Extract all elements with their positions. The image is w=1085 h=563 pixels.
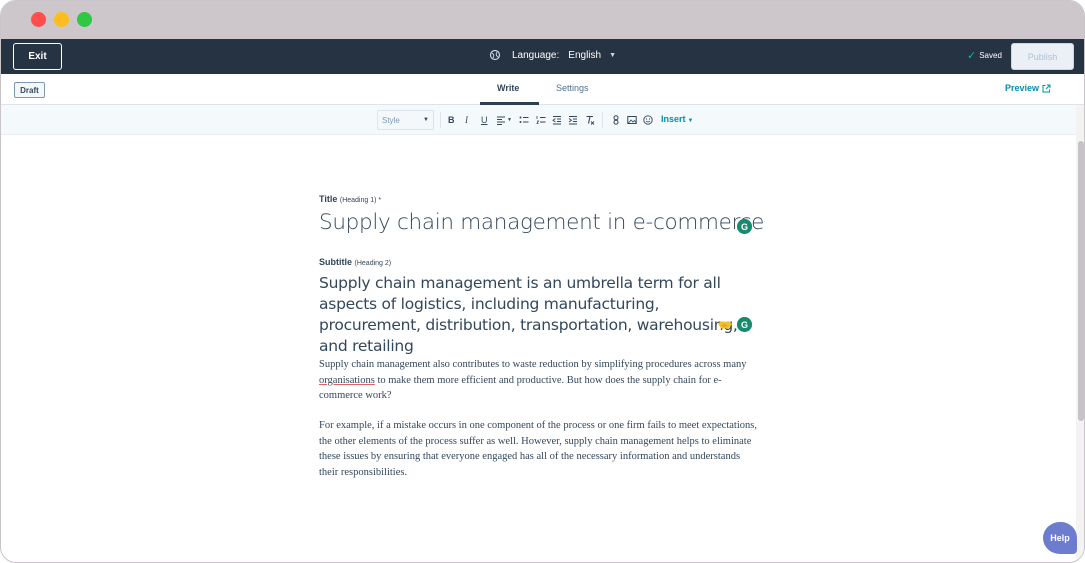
toolbar-divider: [440, 112, 441, 128]
preview-label: Preview: [1005, 83, 1040, 93]
publish-button[interactable]: Publish: [1011, 43, 1074, 70]
subtitle-label: Subtitle: [319, 257, 352, 267]
indent-icon: [568, 116, 577, 125]
smiley-icon: [643, 115, 653, 125]
tab-settings[interactable]: Settings: [556, 83, 589, 93]
external-link-icon: [1042, 84, 1051, 92]
bulleted-list-button[interactable]: [519, 114, 529, 126]
spelling-flagged-word[interactable]: organisations: [319, 375, 375, 386]
preview-link[interactable]: Preview: [1005, 83, 1051, 93]
numbered-list-icon: [536, 116, 546, 124]
insert-image-button[interactable]: [627, 114, 637, 126]
globe-icon: [489, 49, 501, 61]
minimize-window-button[interactable]: [54, 12, 69, 27]
check-icon: ✓: [967, 49, 977, 62]
window-titlebar: [1, 1, 1084, 39]
draft-status-badge: Draft: [14, 82, 45, 98]
handshake-emoji-icon: [718, 321, 732, 329]
clear-formatting-icon: [586, 115, 595, 125]
bulleted-list-icon: [519, 116, 529, 123]
body-paragraph-1[interactable]: Supply chain management also contributes…: [319, 357, 759, 404]
rich-text-toolbar: Style ▼ B I U ▼ Insert ▼: [1, 105, 1076, 135]
title-hint: (Heading 1) *: [339, 197, 382, 204]
editor-top-bar: Exit Language: English ▼ ✓ Saved Publish: [1, 39, 1084, 74]
bold-button[interactable]: B: [448, 114, 455, 126]
chevron-down-icon: ▼: [609, 51, 617, 59]
link-icon: [613, 115, 619, 125]
insert-link-button[interactable]: [611, 114, 621, 126]
help-button[interactable]: Help: [1043, 522, 1077, 554]
toolbar-divider: [602, 112, 603, 128]
post-subtitle-input[interactable]: Supply chain management is an umbrella t…: [319, 273, 759, 357]
saved-label: Saved: [979, 51, 1002, 60]
maximize-window-button[interactable]: [77, 12, 92, 27]
subtitle-hint: (Heading 2): [354, 260, 392, 267]
language-selector[interactable]: Language: English ▼: [489, 49, 616, 61]
paragraph-text: Supply chain management also contributes…: [319, 359, 747, 370]
style-dropdown[interactable]: Style ▼: [377, 110, 434, 130]
insert-emoji-button[interactable]: [643, 114, 653, 126]
chevron-down-icon: ▼: [507, 117, 512, 123]
align-dropdown-button[interactable]: ▼: [496, 114, 512, 126]
title-field-label: Title (Heading 1) *: [319, 194, 381, 204]
style-dropdown-value: Style: [382, 115, 400, 125]
italic-button[interactable]: I: [465, 114, 468, 126]
decrease-indent-button[interactable]: [552, 114, 562, 126]
paragraph-text: to make them more efficient and producti…: [319, 374, 722, 402]
language-value: English: [568, 49, 602, 61]
chevron-down-icon: ▼: [423, 117, 429, 123]
increase-indent-button[interactable]: [568, 114, 578, 126]
editor-tab-bar: Draft Write Settings Preview: [1, 74, 1084, 105]
outdent-icon: [552, 116, 561, 125]
align-left-icon: [497, 116, 505, 125]
chevron-down-icon: ▼: [687, 118, 694, 124]
underline-button[interactable]: U: [481, 114, 488, 126]
subtitle-field-label: Subtitle (Heading 2): [319, 257, 391, 267]
grammarly-icon[interactable]: G: [737, 317, 752, 332]
title-label: Title: [319, 194, 338, 204]
tab-write[interactable]: Write: [497, 83, 519, 93]
close-window-button[interactable]: [31, 12, 46, 27]
saved-status: ✓ Saved: [967, 49, 1002, 62]
insert-menu-button[interactable]: Insert ▼: [661, 114, 693, 124]
numbered-list-button[interactable]: [536, 114, 546, 126]
app-window: Exit Language: English ▼ ✓ Saved Publish…: [0, 0, 1085, 563]
post-title-input[interactable]: Supply chain management in e-commerce: [319, 210, 764, 235]
insert-label: Insert: [661, 114, 686, 124]
scrollbar-thumb[interactable]: [1078, 141, 1084, 421]
image-icon: [627, 116, 637, 124]
language-label: Language:: [512, 49, 560, 61]
clear-formatting-button[interactable]: [585, 114, 595, 126]
exit-button[interactable]: Exit: [13, 43, 62, 70]
vertical-scrollbar[interactable]: [1076, 105, 1084, 562]
grammarly-icon[interactable]: G: [737, 219, 752, 234]
body-paragraph-2[interactable]: For example, if a mistake occurs in one …: [319, 418, 759, 480]
